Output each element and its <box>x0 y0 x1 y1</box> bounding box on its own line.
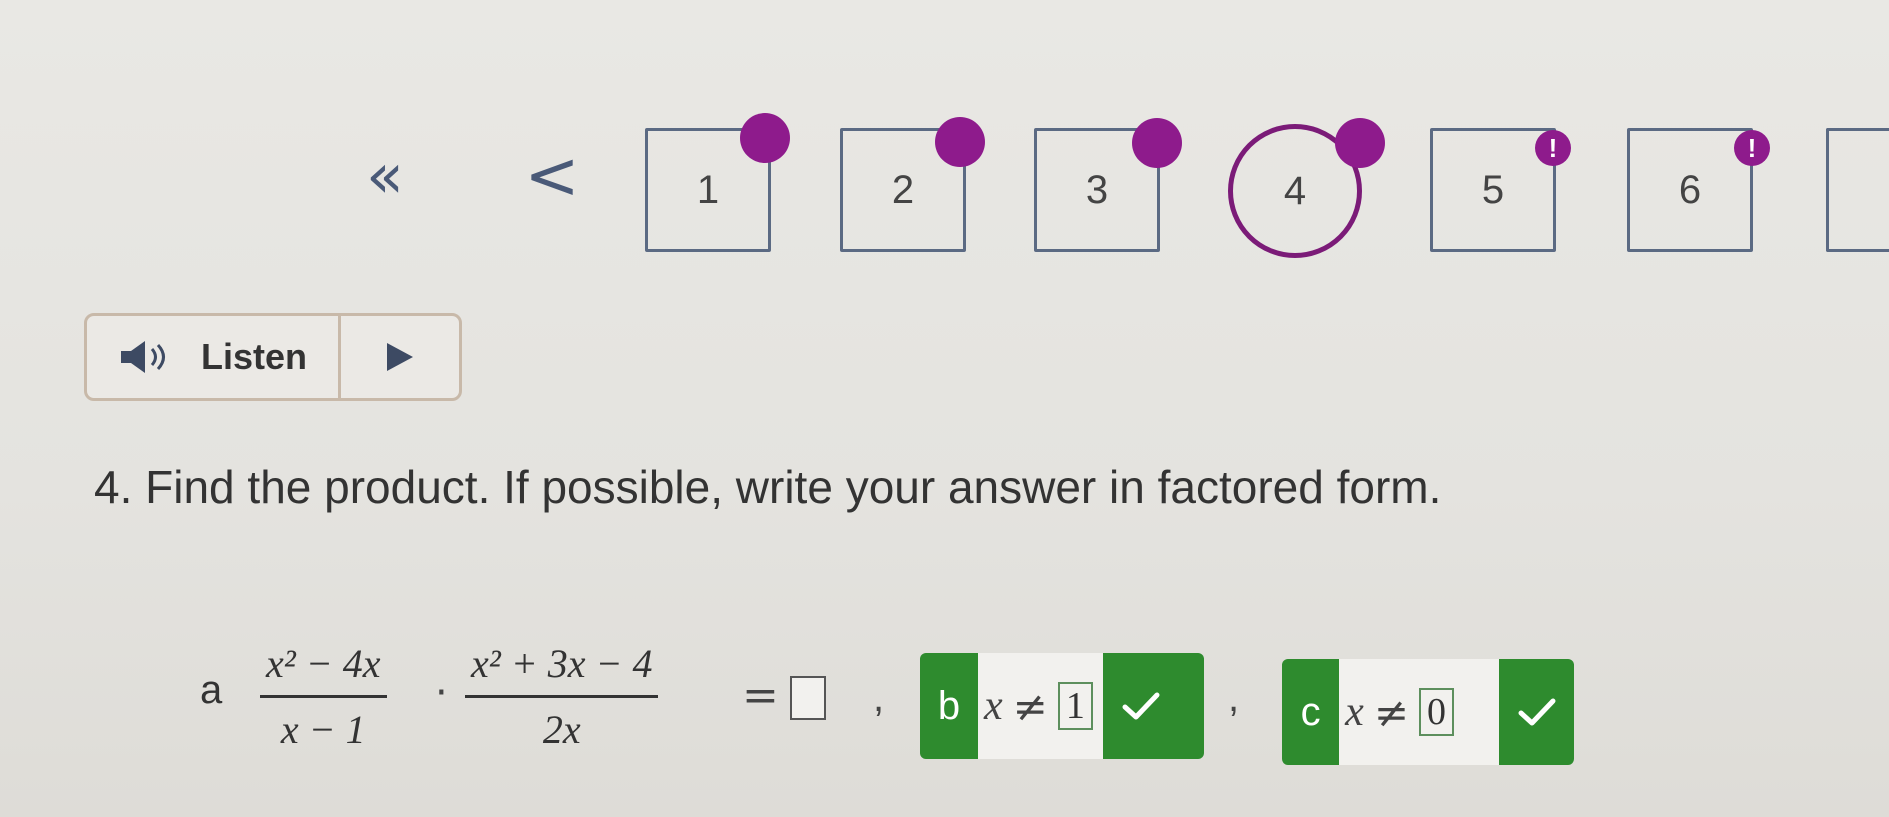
fraction-1-bar <box>260 695 387 698</box>
answered-dot-icon <box>1132 118 1182 168</box>
multiply-dot: · <box>435 670 448 716</box>
fraction-2-numerator: x² + 3x − 4 <box>471 641 653 686</box>
fraction-1: x² − 4x x − 1 <box>260 640 387 753</box>
question-2-label: 2 <box>891 167 915 212</box>
equals-sign: = <box>742 670 779 721</box>
flag-glyph: ! <box>1548 132 1558 163</box>
question-3-label: 3 <box>1085 167 1109 212</box>
question-7-button[interactable] <box>1826 128 1889 252</box>
question-6-label: 6 <box>1678 167 1702 212</box>
part-a-letter: a <box>200 668 223 712</box>
part-b-relation: ≠ <box>1012 681 1048 731</box>
listen-bar: Listen <box>84 313 462 401</box>
separator-comma: , <box>873 676 885 720</box>
first-question-icon[interactable]: « <box>350 139 420 212</box>
play-icon <box>387 343 413 371</box>
play-button[interactable] <box>341 316 459 398</box>
part-c-card[interactable]: c x ≠ 0 <box>1282 659 1574 765</box>
question-text: 4. Find the product. If possible, write … <box>94 461 1442 513</box>
part-c-value[interactable]: 0 <box>1419 688 1455 736</box>
part-c-letter: c <box>1300 689 1321 734</box>
flag-icon: ! <box>1734 130 1770 166</box>
part-b-value[interactable]: 1 <box>1057 682 1093 730</box>
answered-dot-icon <box>1335 118 1385 168</box>
flag-glyph: ! <box>1747 132 1757 163</box>
previous-question-icon[interactable]: < <box>524 137 579 214</box>
answered-dot-icon <box>935 117 985 167</box>
fraction-2-denominator: 2x <box>542 707 581 752</box>
fraction-2-bar <box>465 695 659 698</box>
part-c-relation: ≠ <box>1373 687 1410 737</box>
part-c-expression: x ≠ 0 <box>1339 659 1500 765</box>
question-1-label: 1 <box>696 167 720 212</box>
check-icon <box>1499 659 1574 765</box>
fraction-1-numerator: x² − 4x <box>266 641 381 686</box>
listen-label: Listen <box>201 336 308 377</box>
fraction-2: x² + 3x − 4 2x <box>465 640 659 753</box>
page: « < 1 2 3 4 5 ! 6 ! Listen 4. Find the p… <box>0 0 1889 817</box>
separator-comma: , <box>1228 676 1240 720</box>
part-b-variable: x <box>984 683 1003 729</box>
question-4-label: 4 <box>1283 168 1307 213</box>
speaker-icon <box>121 341 165 373</box>
part-b-card[interactable]: b x ≠ 1 <box>920 653 1204 759</box>
fraction-1-denominator: x − 1 <box>280 707 366 752</box>
part-b-letter: b <box>937 683 961 728</box>
flag-icon: ! <box>1535 130 1571 166</box>
check-icon <box>1103 653 1179 759</box>
question-5-label: 5 <box>1481 167 1505 212</box>
part-b-expression: x ≠ 1 <box>978 653 1103 759</box>
answer-input-box[interactable] <box>790 676 826 720</box>
listen-button[interactable]: Listen <box>87 316 341 398</box>
answered-dot-icon <box>740 113 790 163</box>
part-c-variable: x <box>1345 689 1364 735</box>
